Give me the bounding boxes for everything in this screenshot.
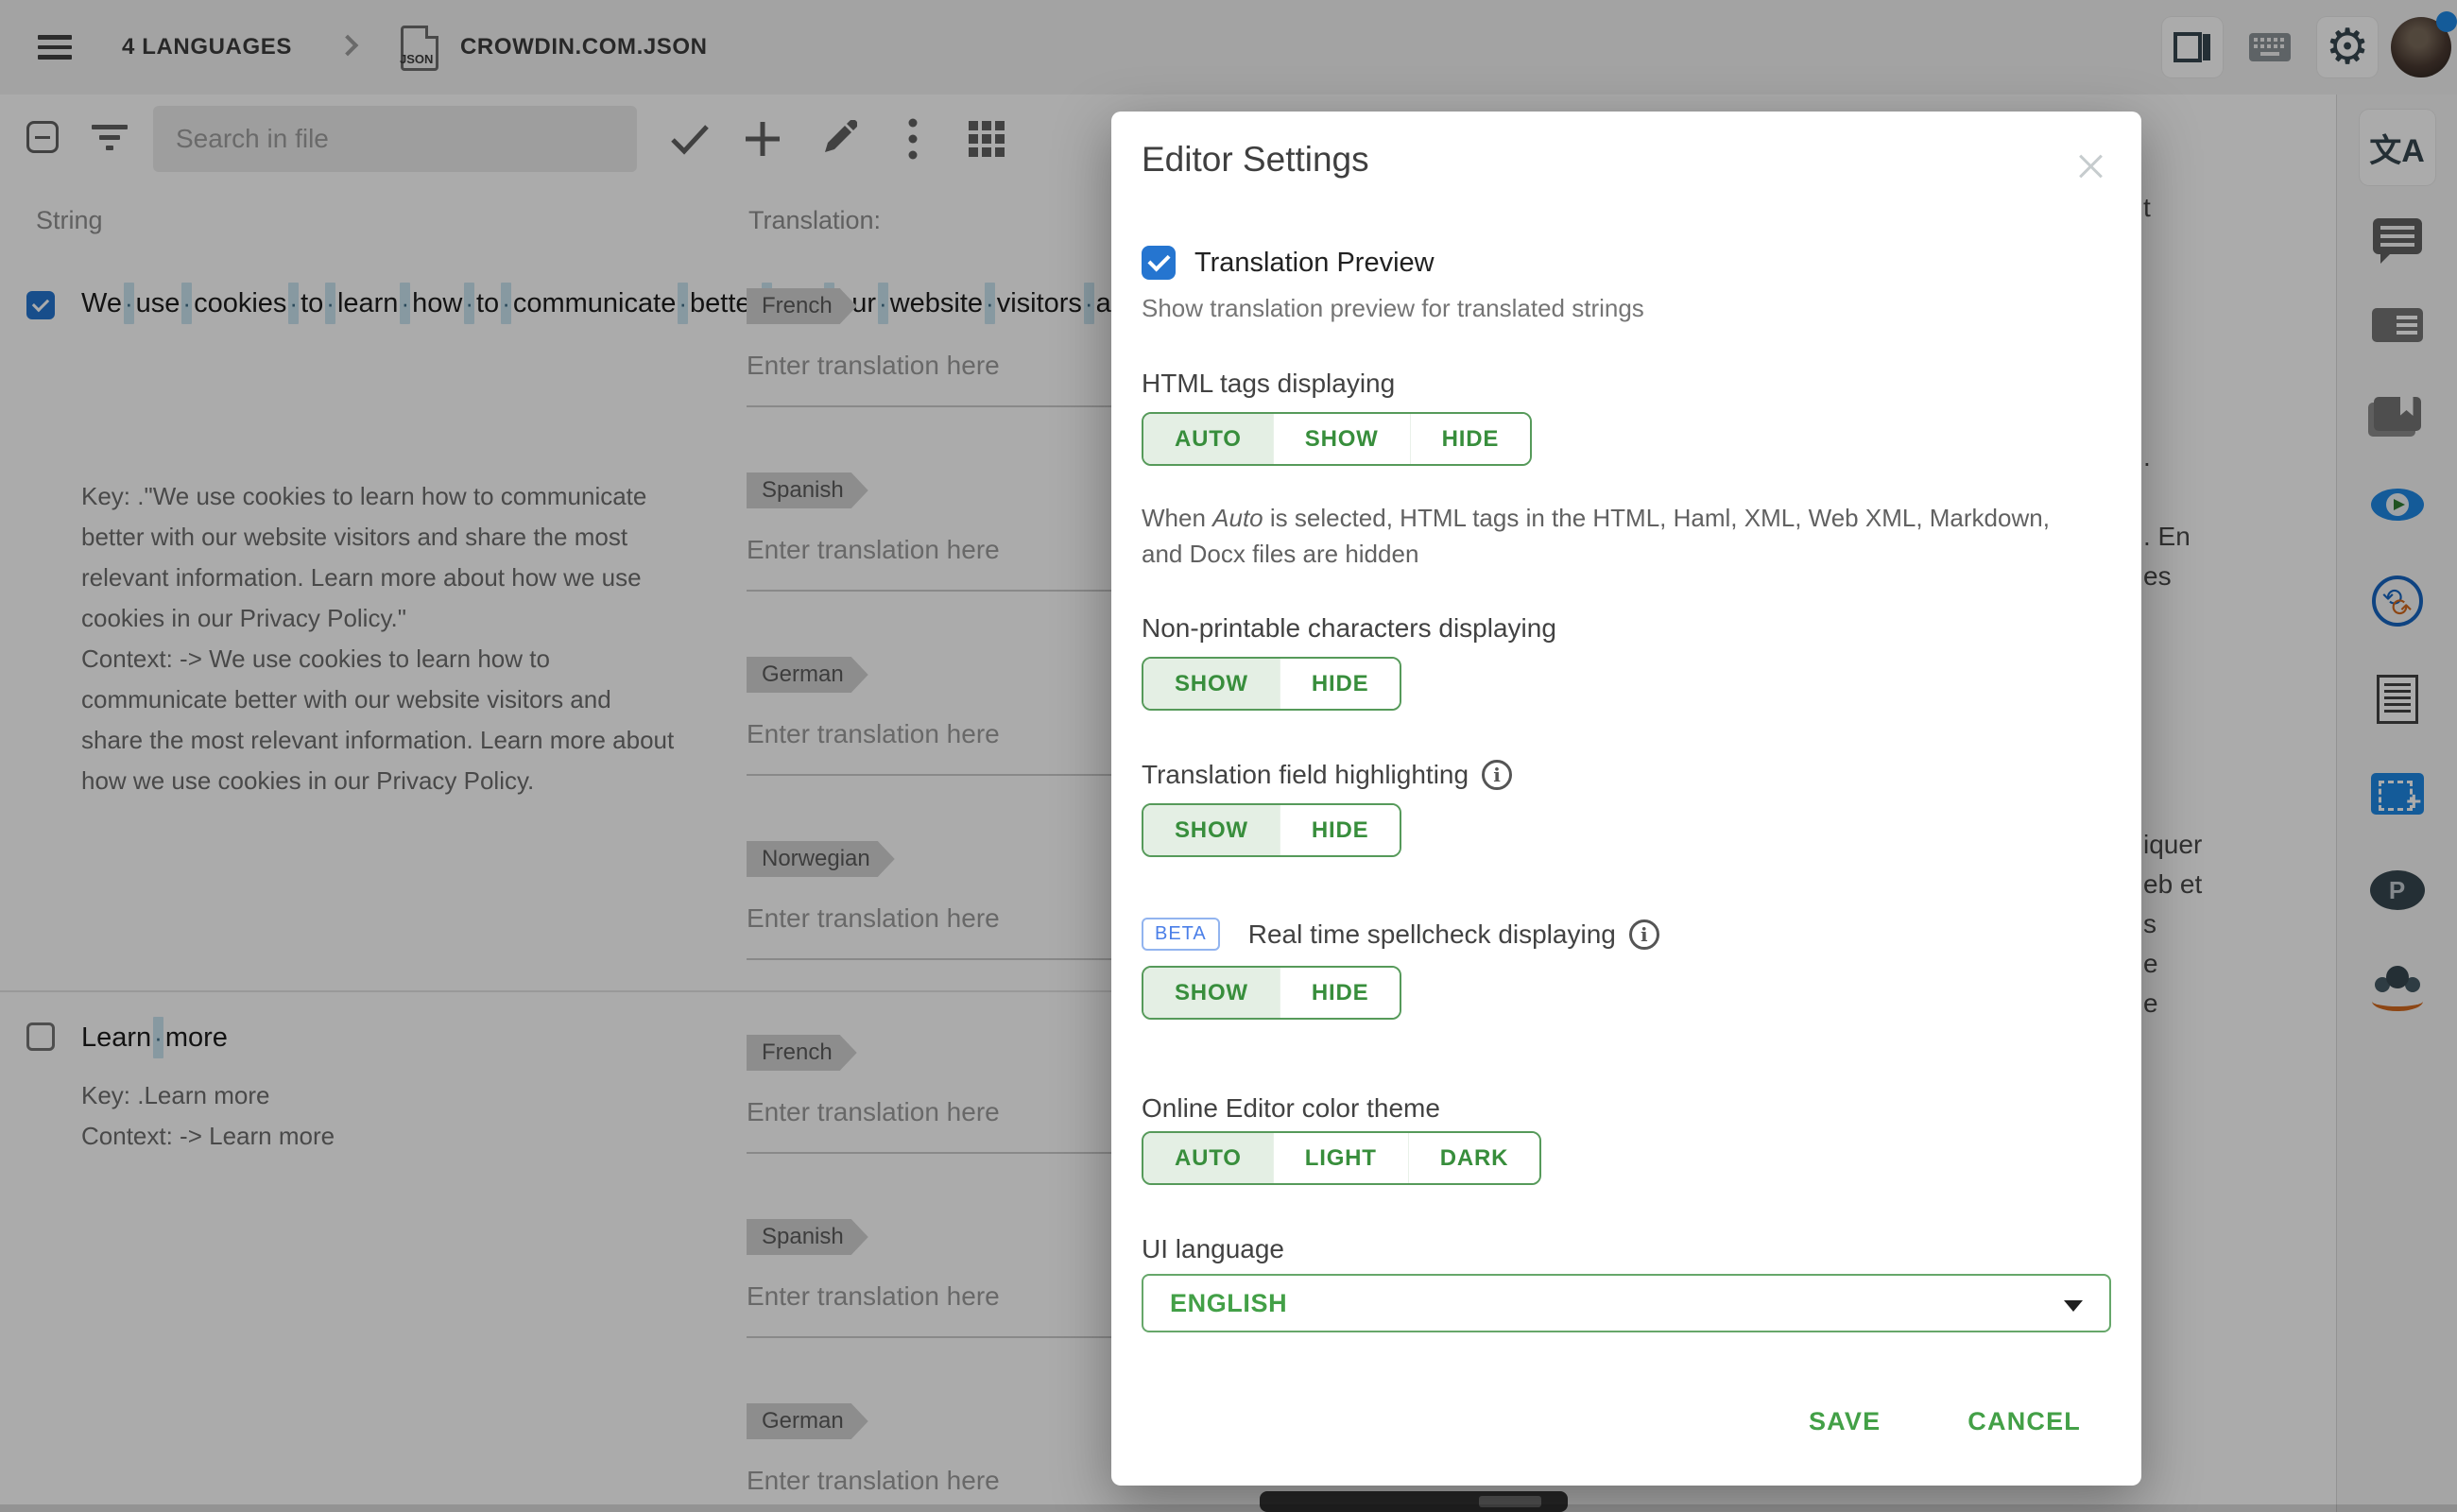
color-theme-heading: Online Editor color theme: [1142, 1093, 2111, 1124]
field-highlighting-hide-button[interactable]: HIDE: [1280, 805, 1400, 855]
ui-language-label: UI language: [1142, 1234, 2111, 1264]
spellcheck-segmented-control: SHOW HIDE: [1142, 966, 1401, 1020]
caret-down-icon: [2064, 1300, 2083, 1312]
save-button[interactable]: SAVE: [1809, 1407, 1881, 1436]
translation-preview-row: Translation Preview: [1142, 246, 2111, 280]
non-printable-hide-button[interactable]: HIDE: [1280, 659, 1400, 709]
ui-language-value: ENGLISH: [1170, 1289, 1287, 1318]
html-tags-show-button[interactable]: SHOW: [1273, 414, 1410, 464]
html-tags-heading: HTML tags displaying: [1142, 369, 2111, 399]
field-highlighting-heading: Translation field highlighting i: [1142, 760, 2111, 790]
color-theme-segmented-control: AUTO LIGHT DARK: [1142, 1131, 1541, 1185]
translation-preview-helper: Show translation preview for translated …: [1142, 294, 2111, 323]
info-icon[interactable]: i: [1629, 919, 1659, 950]
spellcheck-hide-button[interactable]: HIDE: [1280, 968, 1400, 1018]
spellcheck-heading: BETA Real time spellcheck displaying i: [1142, 918, 2111, 951]
theme-auto-button[interactable]: AUTO: [1143, 1133, 1273, 1183]
dialog-actions: SAVE CANCEL: [1809, 1407, 2081, 1436]
html-tags-segmented-control: AUTO SHOW HIDE: [1142, 412, 1532, 466]
translation-preview-label: Translation Preview: [1194, 248, 1435, 279]
info-icon[interactable]: i: [1482, 760, 1512, 790]
beta-badge: BETA: [1142, 918, 1220, 951]
theme-light-button[interactable]: LIGHT: [1273, 1133, 1408, 1183]
html-tags-note: When Auto is selected, HTML tags in the …: [1142, 500, 2087, 572]
editor-settings-dialog: Editor Settings Translation Preview Show…: [1111, 112, 2141, 1486]
html-tags-hide-button[interactable]: HIDE: [1410, 414, 1531, 464]
theme-dark-button[interactable]: DARK: [1408, 1133, 1540, 1183]
dialog-title: Editor Settings: [1142, 140, 2111, 180]
non-printable-heading: Non-printable characters displaying: [1142, 613, 2111, 644]
non-printable-segmented-control: SHOW HIDE: [1142, 657, 1401, 711]
html-tags-auto-button[interactable]: AUTO: [1143, 414, 1273, 464]
ui-language-select[interactable]: ENGLISH: [1142, 1274, 2111, 1332]
spellcheck-show-button[interactable]: SHOW: [1143, 968, 1280, 1018]
cancel-button[interactable]: CANCEL: [1967, 1407, 2081, 1436]
close-icon[interactable]: [2073, 149, 2107, 183]
field-highlighting-show-button[interactable]: SHOW: [1143, 805, 1280, 855]
field-highlighting-segmented-control: SHOW HIDE: [1142, 803, 1401, 857]
translation-preview-checkbox[interactable]: [1142, 246, 1176, 280]
non-printable-show-button[interactable]: SHOW: [1143, 659, 1280, 709]
